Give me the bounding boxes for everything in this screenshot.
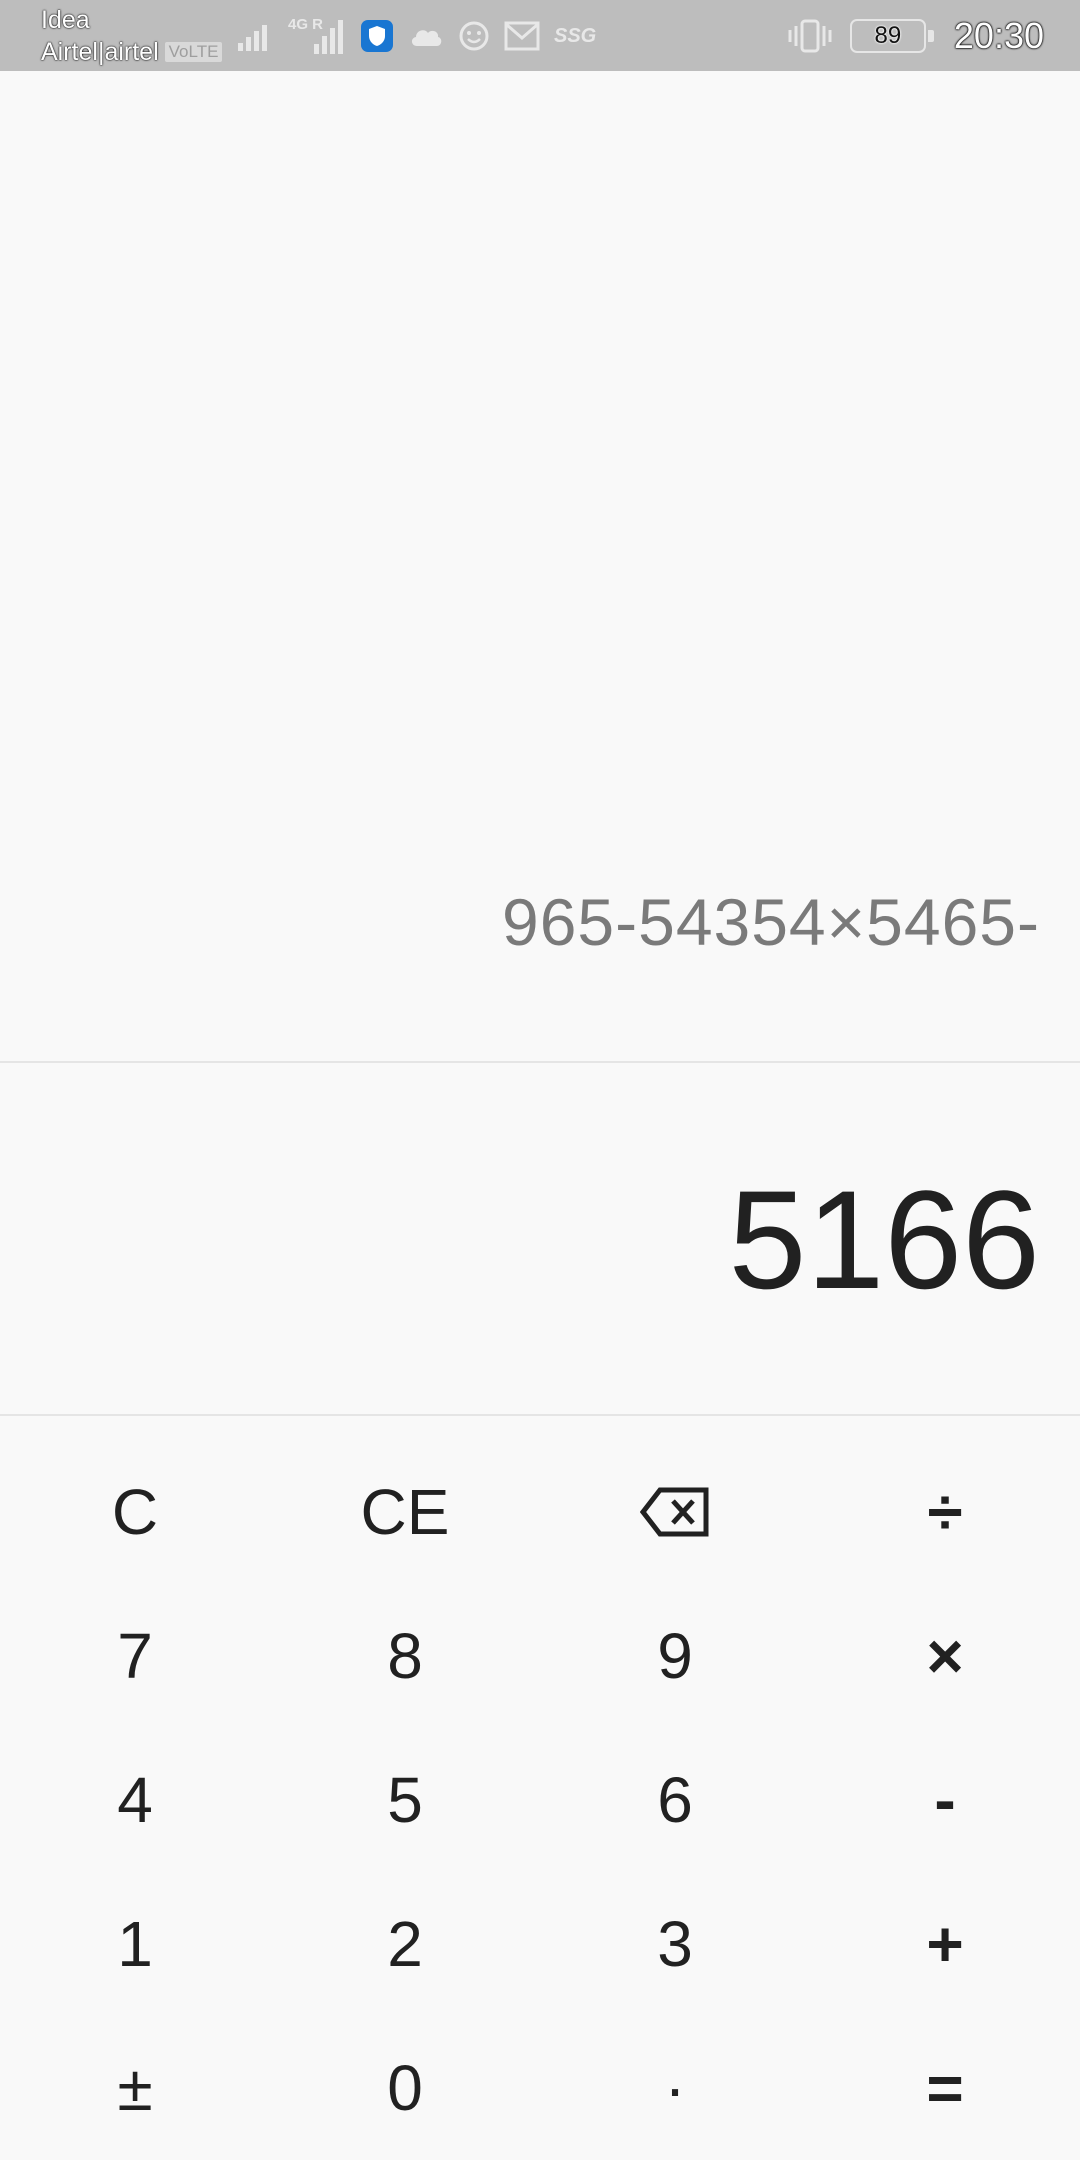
digit-9-button[interactable]: 9 <box>540 1584 810 1728</box>
subtract-button[interactable]: - <box>810 1728 1080 1872</box>
cloud-icon <box>411 30 442 46</box>
signal-4g-icon: 4G R <box>288 16 346 56</box>
equals-button[interactable]: = <box>810 2016 1080 2160</box>
carrier-name-1: Idea <box>41 6 90 34</box>
digit-1-button[interactable]: 1 <box>0 1872 270 2016</box>
multiply-button[interactable]: × <box>810 1584 1080 1728</box>
digit-5-button[interactable]: 5 <box>270 1728 540 1872</box>
expression-display: 965-54354×5465- <box>502 885 1040 959</box>
digit-5-label: 5 <box>387 1764 423 1836</box>
digit-6-label: 6 <box>657 1764 693 1836</box>
digit-3-button[interactable]: 3 <box>540 1872 810 2016</box>
digit-8-button[interactable]: 8 <box>270 1584 540 1728</box>
clear-button[interactable]: C <box>0 1440 270 1584</box>
clear-entry-button[interactable]: CE <box>270 1440 540 1584</box>
clock: 20:30 <box>953 15 1044 56</box>
shield-app-icon <box>361 20 393 52</box>
result-display: 5166 <box>728 1161 1040 1318</box>
digit-3-label: 3 <box>657 1908 693 1980</box>
clear-entry-label: CE <box>360 1476 450 1548</box>
status-bar: Idea Airtel|airtel VoLTE 4G R SSG 89 20:… <box>0 0 1080 71</box>
decimal-point-label: · <box>664 2052 686 2124</box>
digit-1-label: 1 <box>117 1908 153 1980</box>
vibrate-icon <box>788 19 832 53</box>
keypad: C CE ÷ 7 8 9 × 4 5 6 - 1 2 3 + ± 0 · = <box>0 1440 1080 2160</box>
digit-6-button[interactable]: 6 <box>540 1728 810 1872</box>
digit-9-label: 9 <box>657 1620 693 1692</box>
signal-icon <box>238 25 267 51</box>
divide-label: ÷ <box>927 1476 963 1548</box>
subtract-label: - <box>934 1764 956 1836</box>
divider <box>0 1061 1080 1063</box>
carrier-info: Idea Airtel|airtel VoLTE <box>41 4 223 68</box>
equals-label: = <box>926 2052 964 2124</box>
multiply-label: × <box>926 1620 964 1692</box>
divider <box>0 1414 1080 1416</box>
decimal-point-button[interactable]: · <box>540 2016 810 2160</box>
digit-4-label: 4 <box>117 1764 153 1836</box>
mail-icon <box>504 21 540 51</box>
digit-0-label: 0 <box>387 2052 423 2124</box>
backspace-icon <box>640 1487 709 1537</box>
digit-2-button[interactable]: 2 <box>270 1872 540 2016</box>
digit-0-button[interactable]: 0 <box>270 2016 540 2160</box>
smiley-icon <box>459 21 489 51</box>
volte-badge: VoLTE <box>164 42 223 62</box>
digit-2-label: 2 <box>387 1908 423 1980</box>
notification-icons: 4G R SSG <box>236 14 596 58</box>
digit-7-label: 7 <box>117 1620 153 1692</box>
add-label: + <box>926 1908 964 1980</box>
battery-icon: 89 <box>849 19 936 53</box>
digit-8-label: 8 <box>387 1620 423 1692</box>
divide-button[interactable]: ÷ <box>810 1440 1080 1584</box>
status-right: 89 20:30 <box>788 12 1044 60</box>
battery-level: 89 <box>874 22 902 49</box>
plus-minus-button[interactable]: ± <box>0 2016 270 2160</box>
ssg-icon: SSG <box>554 24 597 47</box>
plus-minus-label: ± <box>117 2052 153 2124</box>
backspace-button[interactable] <box>540 1440 810 1584</box>
digit-4-button[interactable]: 4 <box>0 1728 270 1872</box>
carrier-name-2: Airtel|airtel <box>41 38 159 66</box>
add-button[interactable]: + <box>810 1872 1080 2016</box>
clear-label: C <box>111 1476 159 1548</box>
digit-7-button[interactable]: 7 <box>0 1584 270 1728</box>
